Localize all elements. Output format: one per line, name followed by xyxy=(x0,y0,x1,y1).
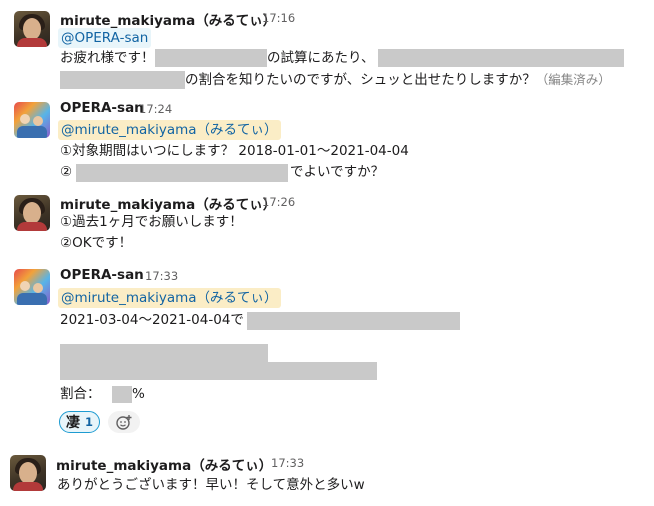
timestamp[interactable]: 17:33 xyxy=(271,456,304,470)
add-reaction-icon xyxy=(116,415,132,430)
avatar-person xyxy=(20,114,30,124)
timestamp[interactable]: 17:33 xyxy=(145,269,178,283)
avatar-face xyxy=(23,202,41,224)
avatar-body xyxy=(17,222,47,231)
sender-name[interactable]: mirute_makiyama（みるてぃ） xyxy=(56,454,272,474)
timestamp[interactable]: 17:26 xyxy=(262,195,295,209)
sender-name[interactable]: mirute_makiyama（みるてぃ） xyxy=(60,9,276,29)
sender-name[interactable]: OPERA-san xyxy=(60,267,144,283)
message-text-part: の割合を知りたいのですが、シュッと出せたりしますか？ xyxy=(185,72,536,88)
avatar-mirute[interactable] xyxy=(14,195,50,231)
avatar-face xyxy=(23,18,41,40)
reaction-emoji-icon: 凄 xyxy=(66,415,80,431)
message-text: 2021-03-04〜2021-04-04で xyxy=(60,312,244,328)
message-text: ② xyxy=(60,164,73,180)
message-text: ありがとうございます！早い！そして意外と多いw xyxy=(57,477,365,493)
message-text: でよいですか？ xyxy=(290,164,385,180)
avatar-person xyxy=(33,283,43,293)
ratio-suffix: % xyxy=(132,386,145,402)
avatar-body xyxy=(17,293,47,305)
avatar-body xyxy=(17,38,47,47)
message-text: ①過去1ヶ月でお願いします！ xyxy=(60,214,243,230)
redacted-block xyxy=(60,362,377,380)
redacted-value xyxy=(112,386,132,403)
redacted-block xyxy=(155,49,267,67)
mention-mirute[interactable]: @mirute_makiyama（みるてぃ） xyxy=(58,288,281,308)
message-text: の試算にあたり、 xyxy=(267,50,375,66)
ratio-label: 割合： xyxy=(60,386,101,402)
reaction-count: 1 xyxy=(85,415,94,429)
sender-name[interactable]: mirute_makiyama（みるてぃ） xyxy=(60,193,276,213)
reaction-pill[interactable]: 凄 1 xyxy=(59,411,101,433)
avatar-person xyxy=(20,281,30,291)
message-text: ②OKです！ xyxy=(60,235,133,251)
redacted-block xyxy=(60,344,268,362)
avatar-face xyxy=(19,462,37,484)
sender-name[interactable]: OPERA-san xyxy=(60,100,144,116)
avatar-mirute[interactable] xyxy=(14,11,50,47)
add-reaction-button[interactable] xyxy=(108,411,140,433)
avatar-mirute[interactable] xyxy=(10,455,46,491)
message-text: ①対象期間はいつにします？ 2018-01-01〜2021-04-04 xyxy=(60,143,409,159)
redacted-block xyxy=(247,312,460,330)
mention-mirute[interactable]: @mirute_makiyama（みるてぃ） xyxy=(58,120,281,140)
redacted-block xyxy=(378,49,624,67)
avatar-opera[interactable] xyxy=(14,269,50,305)
redacted-block xyxy=(60,71,185,89)
avatar-person xyxy=(33,116,43,126)
mention-opera[interactable]: @OPERA-san xyxy=(58,28,152,48)
message-text: の割合を知りたいのですが、シュッと出せたりしますか？（編集済み） xyxy=(185,70,611,90)
avatar-body xyxy=(13,482,43,491)
timestamp[interactable]: 17:24 xyxy=(139,102,172,116)
message-text: お疲れ様です！ xyxy=(60,50,155,66)
avatar-body xyxy=(17,126,47,138)
edited-label: （編集済み） xyxy=(535,72,611,87)
timestamp[interactable]: 17:16 xyxy=(262,11,295,25)
redacted-block xyxy=(76,164,288,182)
avatar-opera[interactable] xyxy=(14,102,50,138)
